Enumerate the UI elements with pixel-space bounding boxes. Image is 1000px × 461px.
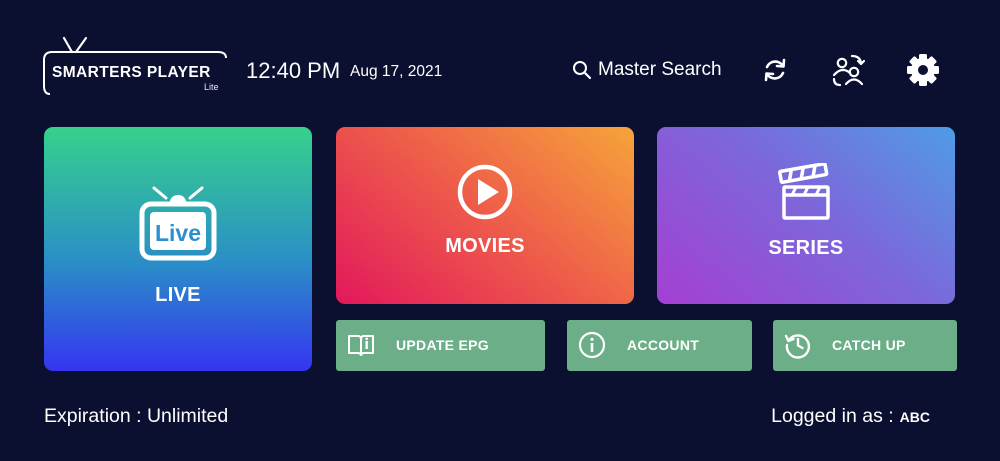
expiration-text: Expiration : Unlimited bbox=[44, 405, 229, 427]
live-label: LIVE bbox=[155, 284, 201, 306]
live-tile[interactable]: Live LIVE bbox=[44, 127, 312, 371]
header-bar: SMARTERS PLAYER Lite 12:40 PM Aug 17, 20… bbox=[0, 0, 1000, 120]
live-tile-icon-wrap: Live bbox=[44, 184, 312, 264]
clock-time: 12:40 PM bbox=[246, 58, 341, 83]
tv-live-icon: Live bbox=[139, 186, 217, 261]
update-epg-label: UPDATE EPG bbox=[396, 337, 489, 353]
logo-title: SMARTERS PLAYER bbox=[52, 64, 211, 81]
series-tile[interactable]: SERIES bbox=[657, 127, 955, 304]
master-search-label: Master Search bbox=[598, 59, 722, 80]
settings-gear-icon bbox=[907, 54, 939, 86]
master-search-button[interactable]: Master Search bbox=[572, 57, 722, 83]
movies-label: MOVIES bbox=[445, 235, 525, 257]
settings-button[interactable] bbox=[903, 50, 943, 90]
history-icon bbox=[784, 334, 811, 359]
logged-in-info: Logged in as : ABC bbox=[771, 405, 930, 428]
logged-in-label: Logged in as : bbox=[771, 405, 894, 427]
movies-tile[interactable]: MOVIES bbox=[336, 127, 634, 304]
series-label: SERIES bbox=[768, 237, 844, 259]
clock-date: Aug 17, 2021 bbox=[350, 63, 443, 80]
catch-up-button[interactable]: CATCH UP bbox=[773, 320, 957, 371]
switch-user-button[interactable] bbox=[828, 50, 868, 90]
logo-subtitle: Lite bbox=[204, 82, 219, 92]
series-tile-icon-wrap bbox=[657, 163, 955, 223]
switch-user-icon bbox=[832, 54, 866, 87]
update-epg-button[interactable]: UPDATE EPG bbox=[336, 320, 545, 371]
movies-tile-icon-wrap bbox=[336, 163, 634, 221]
info-icon bbox=[578, 331, 606, 359]
book-icon bbox=[348, 335, 374, 356]
account-button[interactable]: ACCOUNT bbox=[567, 320, 752, 371]
app-logo: SMARTERS PLAYER Lite bbox=[42, 34, 232, 98]
clapperboard-icon bbox=[778, 163, 830, 220]
search-icon bbox=[573, 61, 592, 80]
live-icon-text: Live bbox=[155, 220, 201, 246]
account-label: ACCOUNT bbox=[627, 337, 700, 353]
username: ABC bbox=[899, 409, 930, 425]
catch-up-label: CATCH UP bbox=[832, 337, 906, 353]
refresh-icon bbox=[764, 58, 786, 82]
play-circle-icon bbox=[457, 164, 513, 220]
refresh-button[interactable] bbox=[755, 50, 795, 90]
